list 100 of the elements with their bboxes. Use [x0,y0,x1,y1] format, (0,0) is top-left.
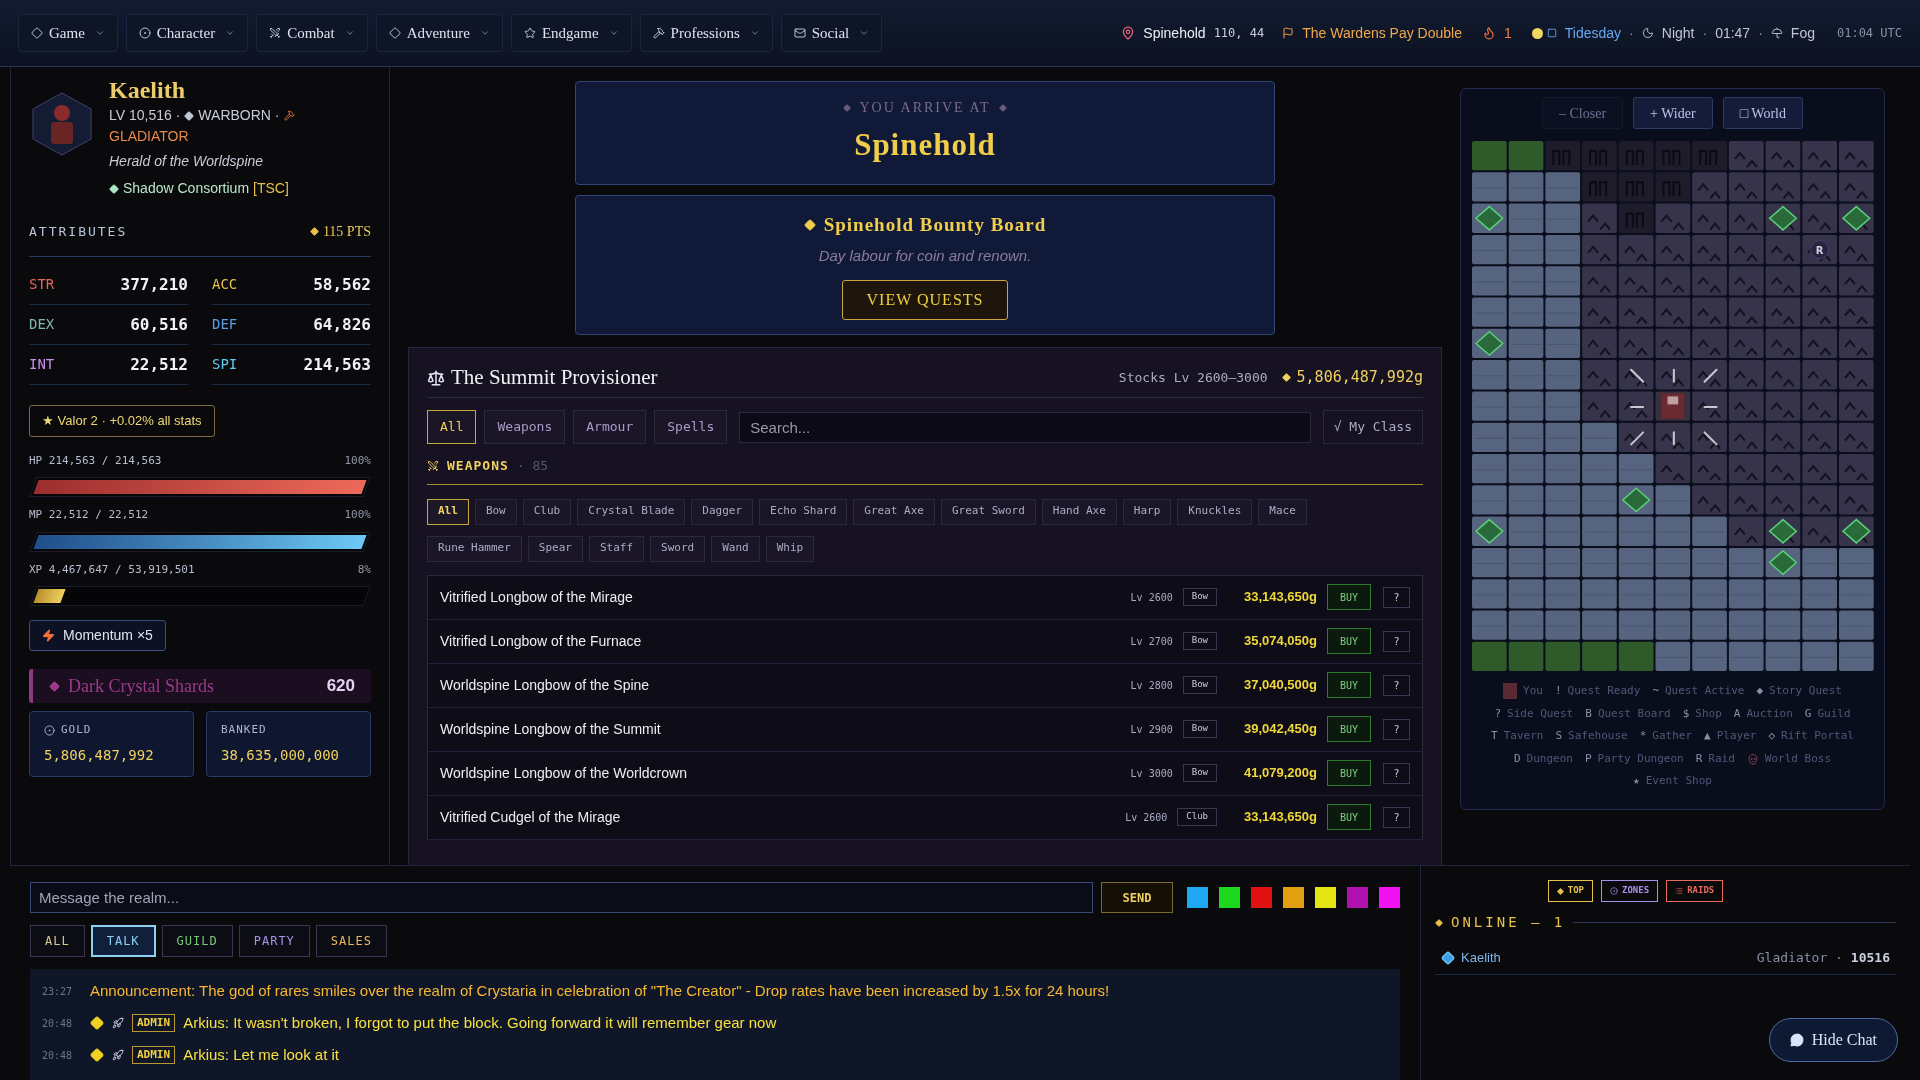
filter-chip[interactable]: Crystal Blade [577,498,686,525]
filter-chip[interactable]: Knuckles [1177,498,1253,525]
online-player-row[interactable]: Kaelith Gladiator · 10516 [1435,941,1896,975]
stat-value: 22,512 [130,353,188,376]
shop-title: The Summit Provisioner [451,363,658,391]
filter-chip[interactable]: Harp [1122,498,1172,525]
view-quests-button[interactable]: VIEW QUESTS [841,279,1009,320]
nav-menu-button[interactable]: Combat [256,14,368,52]
item-price: 33,143,650g [1243,588,1317,607]
buy-button[interactable]: BUY [1327,716,1371,742]
filter-chip[interactable]: Sword [650,535,706,562]
item-type-tag: Bow [1182,720,1217,738]
filter-chip[interactable]: Spear [527,535,583,562]
info-button[interactable]: ? [1383,718,1410,740]
online-filter-button[interactable]: TOP [1547,880,1594,902]
filter-chip[interactable]: Staff [589,535,645,562]
chat-channel-tab[interactable]: SALES [315,925,387,957]
filter-chip[interactable]: All [427,498,469,525]
character-name: Kaelith [109,76,186,105]
location-coords: 110, 44 [1213,25,1265,42]
filter-chip[interactable]: Hand Axe [1041,498,1117,525]
weather-text: 01:47 [1715,23,1751,43]
shop-item-row[interactable]: Vitrified Longbow of the Mirage Lv 2600 Bow 33,143,650g BUY ? [428,575,1422,620]
filter-chip[interactable]: Club [522,498,572,525]
bar-percent: 100% [344,507,371,523]
my-class-toggle[interactable]: √ My Class [1322,410,1423,444]
nav-menu-button[interactable]: Character [125,14,249,52]
legend-label: Dungeon [1526,750,1573,767]
map-zoom-button[interactable]: + Wider [1633,97,1713,129]
item-price: 35,074,050g [1243,632,1317,651]
legend-symbol: ? [1494,705,1501,722]
legend-label: Quest Board [1597,705,1671,722]
chat-channel-tab[interactable]: PARTY [238,925,310,957]
nav-menu-button[interactable]: Professions [639,14,773,52]
filter-chip[interactable]: Great Sword [940,498,1036,525]
buy-button[interactable]: BUY [1327,628,1371,654]
info-button[interactable]: ? [1383,586,1410,608]
buy-button[interactable]: BUY [1327,672,1371,698]
nav-menu-button[interactable]: Adventure [375,14,503,52]
shop-tab[interactable]: All [427,410,477,444]
filter-chip[interactable]: Bow [474,498,517,525]
nav-menu-button[interactable]: Endgame [510,14,632,52]
event-name: The Wardens Pay Double [1302,23,1462,43]
nav-menu-button[interactable]: Game [18,14,118,52]
legend-label: You [1523,683,1543,699]
shop-item-row[interactable]: Worldspine Longbow of the Summit Lv 2900 Bow 39,042,450g BUY ? [428,707,1422,752]
filter-chip[interactable]: Echo Shard [759,498,848,525]
admin-badge: ADMIN [132,1045,176,1065]
utc-time: 01:04 UTC [1836,25,1902,42]
nav-menu-button[interactable]: Social [780,14,883,52]
buy-button[interactable]: BUY [1327,584,1371,610]
guild-name: Shadow Consortium [123,179,250,198]
info-button[interactable]: ? [1383,630,1410,652]
chat-channel-tab[interactable]: GUILD [161,925,233,957]
filter-chip[interactable]: Mace [1258,498,1307,525]
item-type-tag: Bow [1182,588,1217,606]
search-field[interactable]: Search... [739,411,1311,443]
legend-label: Side Quest [1507,705,1574,722]
shop-tab[interactable]: Spells [654,410,728,444]
shop-tab[interactable]: Armour [573,410,647,444]
map-zoom-button[interactable]: □ World [1722,97,1803,129]
send-button[interactable]: SEND [1100,882,1173,913]
stat-value: 60,516 [130,313,188,336]
info-button[interactable]: ? [1383,674,1410,696]
shards-count: 620 [326,675,355,698]
shop-item-row[interactable]: Vitrified Longbow of the Furnace Lv 2700 Bow 35,074,050g BUY ? [428,619,1422,664]
info-button[interactable]: ? [1383,762,1410,784]
momentum-badge: Momentum ×5 [29,620,166,651]
filter-chip[interactable]: Dagger [691,498,754,525]
filter-chip[interactable]: Great Axe [853,498,935,525]
filter-chip[interactable]: Whip [765,535,815,562]
buy-button[interactable]: BUY [1327,804,1371,830]
filter-chip[interactable]: Rune Hammer [427,535,522,562]
chat-input[interactable]: Message the realm... [30,882,1093,913]
info-button[interactable]: ? [1383,806,1410,828]
item-name: Vitrified Cudgel of the Mirage [440,807,622,827]
hide-chat-button[interactable]: Hide Chat [1768,1018,1898,1062]
currency-balance: 5,806,487,992g [1296,367,1423,389]
item-price: 41,079,200g [1243,764,1317,783]
legend-label: Safehouse [1568,728,1628,744]
stat-value: 214,563 [303,353,371,376]
legend-symbol: G [1804,705,1812,722]
shop-item-row[interactable]: Vitrified Cudgel of the Mirage Lv 2600 Club 33,143,650g BUY ? [428,795,1422,840]
item-name: Vitrified Longbow of the Mirage [440,587,634,607]
legend-symbol: ◇ [1768,728,1776,744]
chat-channel-tab[interactable]: TALK [90,925,156,957]
bar-label: XP 4,467,647 / 53,919,501 [29,561,195,578]
legend-label: Raid [1708,750,1735,767]
shop-item-row[interactable]: Worldspine Longbow of the Spine Lv 2800 Bow 37,040,500g BUY ? [428,663,1422,708]
buy-button[interactable]: BUY [1327,760,1371,786]
chat-channel-tab[interactable]: ALL [30,925,85,957]
shop-item-row[interactable]: Worldspine Longbow of the Worldcrown Lv 3000 Bow 41,079,200g BUY ? [428,751,1422,796]
shop-tab[interactable]: Weapons [484,410,566,444]
legend-label: Shop [1695,705,1722,722]
online-filter-button[interactable]: ZONES [1601,880,1659,902]
separator-dot: · [1758,23,1763,43]
online-filter-button[interactable]: RAIDS [1666,880,1724,902]
item-level: Lv 2900 [1130,722,1173,737]
message-time: 20:48 [42,1016,74,1031]
filter-chip[interactable]: Wand [711,535,760,562]
